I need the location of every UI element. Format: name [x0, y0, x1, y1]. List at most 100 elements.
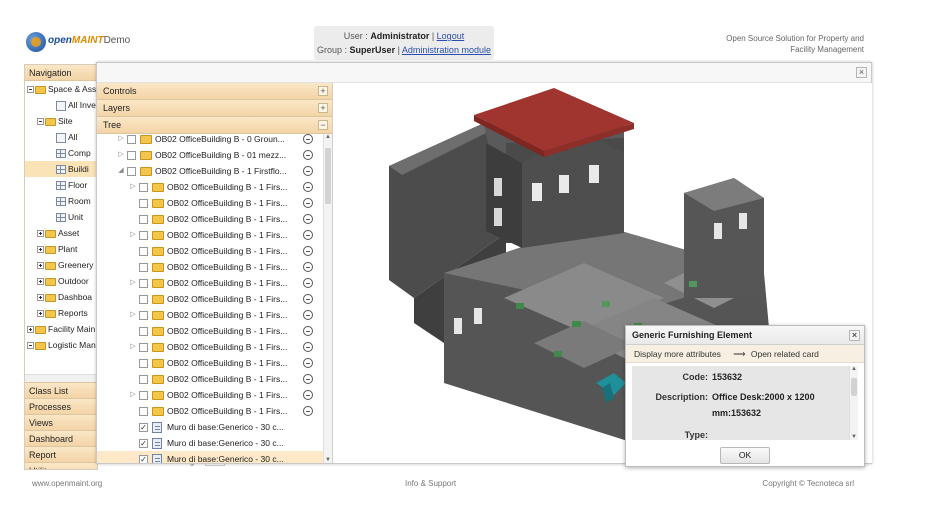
logout-link[interactable]: Logout: [437, 31, 465, 41]
tree-scrollbar-thumb[interactable]: [325, 148, 331, 204]
tree-node[interactable]: ▷ OB02 OfficeBuilding B - 1 Firs...: [97, 275, 323, 291]
visibility-checkbox[interactable]: [139, 247, 148, 256]
visibility-checkbox[interactable]: [139, 295, 148, 304]
expand-icon[interactable]: [37, 246, 44, 254]
isolate-node-icon[interactable]: [303, 182, 313, 192]
visibility-checkbox[interactable]: ✓: [139, 439, 148, 448]
layers-panel-header[interactable]: Layers +: [97, 100, 332, 117]
expand-icon[interactable]: [37, 230, 44, 238]
isolate-node-icon[interactable]: [303, 198, 313, 208]
scroll-down-icon[interactable]: ▼: [324, 457, 332, 463]
expand-node-icon[interactable]: ▷: [129, 227, 137, 243]
open-related-card-link[interactable]: Open related card: [751, 349, 819, 359]
nav-item[interactable]: Floor: [25, 177, 97, 193]
navigation-header[interactable]: Navigation: [25, 65, 97, 81]
tree-node[interactable]: ✓ Muro di base:Generico - 30 c...: [97, 435, 323, 451]
nav-item[interactable]: Asset: [25, 225, 97, 241]
isolate-node-icon[interactable]: [303, 150, 313, 160]
collapse-tree-button[interactable]: −: [318, 120, 328, 130]
tree-node[interactable]: OB02 OfficeBuilding B - 1 Firs...: [97, 323, 323, 339]
tree-node[interactable]: ▷ OB02 OfficeBuilding B - 0 Groun...: [97, 134, 323, 147]
ok-button[interactable]: OK: [720, 447, 770, 464]
tree-node[interactable]: ▷ OB02 OfficeBuilding B - 1 Firs...: [97, 179, 323, 195]
visibility-checkbox[interactable]: [139, 263, 148, 272]
nav-item[interactable]: Dashboa: [25, 289, 97, 305]
collapse-node-icon[interactable]: ◢: [117, 163, 125, 179]
tree-node[interactable]: ▷ OB02 OfficeBuilding B - 1 Firs...: [97, 339, 323, 355]
visibility-checkbox[interactable]: [127, 151, 136, 160]
tree-scrollbar[interactable]: ▲ ▼: [323, 134, 332, 463]
visibility-checkbox[interactable]: [139, 311, 148, 320]
tree-node[interactable]: ◢ OB02 OfficeBuilding B - 1 Firstflo...: [97, 163, 323, 179]
nav-section-dashboard[interactable]: Dashboard: [25, 430, 97, 446]
collapse-icon[interactable]: [27, 342, 34, 350]
tree-panel-header[interactable]: Tree −: [97, 117, 332, 134]
tree-node[interactable]: OB02 OfficeBuilding B - 1 Firs...: [97, 243, 323, 259]
nav-item[interactable]: Plant: [25, 241, 97, 257]
isolate-node-icon[interactable]: [303, 294, 313, 304]
visibility-checkbox[interactable]: [139, 199, 148, 208]
tree-node[interactable]: ▷ OB02 OfficeBuilding B - 1 Firs...: [97, 387, 323, 403]
nav-item[interactable]: Space & Ass: [25, 81, 97, 97]
tree-node[interactable]: OB02 OfficeBuilding B - 1 Firs...: [97, 259, 323, 275]
isolate-node-icon[interactable]: [303, 262, 313, 272]
nav-item[interactable]: Room: [25, 193, 97, 209]
navigation-horizontal-scrollbar[interactable]: [25, 374, 97, 382]
website-link[interactable]: www.openmaint.org: [32, 476, 102, 492]
nav-item[interactable]: Reports: [25, 305, 97, 321]
isolate-node-icon[interactable]: [303, 214, 313, 224]
expand-icon[interactable]: [37, 278, 44, 286]
expand-node-icon[interactable]: ▷: [129, 307, 137, 323]
tree-node[interactable]: OB02 OfficeBuilding B - 1 Firs...: [97, 211, 323, 227]
nav-item[interactable]: All Inven: [25, 97, 97, 113]
tree-node[interactable]: OB02 OfficeBuilding B - 1 Firs...: [97, 291, 323, 307]
isolate-node-icon[interactable]: [303, 406, 313, 416]
popup-scrollbar[interactable]: ▲ ▼: [849, 366, 858, 440]
expand-node-icon[interactable]: ▷: [129, 275, 137, 291]
nav-item[interactable]: Site: [25, 113, 97, 129]
nav-item[interactable]: Outdoor: [25, 273, 97, 289]
scroll-up-icon[interactable]: ▲: [324, 134, 332, 140]
expand-icon[interactable]: [37, 310, 44, 318]
visibility-checkbox[interactable]: ✓: [139, 455, 148, 463]
expand-icon[interactable]: [37, 262, 44, 270]
nav-section-report[interactable]: Report: [25, 446, 97, 462]
nav-item[interactable]: Greenery: [25, 257, 97, 273]
visibility-checkbox[interactable]: [139, 343, 148, 352]
expand-node-icon[interactable]: ▷: [117, 134, 125, 147]
visibility-checkbox[interactable]: [139, 407, 148, 416]
tree-node[interactable]: ▷ OB02 OfficeBuilding B - 1 Firs...: [97, 307, 323, 323]
display-more-attributes-link[interactable]: Display more attributes: [634, 349, 721, 359]
popup-scroll-up-icon[interactable]: ▲: [850, 366, 858, 372]
nav-section-views[interactable]: Views: [25, 414, 97, 430]
isolate-node-icon[interactable]: [303, 134, 313, 144]
nav-item[interactable]: Buildi: [25, 161, 97, 177]
visibility-checkbox[interactable]: [139, 375, 148, 384]
visibility-checkbox[interactable]: [139, 279, 148, 288]
expand-icon[interactable]: [37, 294, 44, 302]
nav-item[interactable]: Facility Main: [25, 321, 97, 337]
expand-node-icon[interactable]: ▷: [129, 179, 137, 195]
tree-node[interactable]: OB02 OfficeBuilding B - 1 Firs...: [97, 371, 323, 387]
tree-node[interactable]: OB02 OfficeBuilding B - 1 Firs...: [97, 195, 323, 211]
visibility-checkbox[interactable]: [139, 359, 148, 368]
openmaint-logo[interactable]: openMAINTDemo: [26, 30, 130, 54]
collapse-icon[interactable]: [37, 118, 44, 126]
nav-item[interactable]: Unit: [25, 209, 97, 225]
expand-node-icon[interactable]: ▷: [117, 147, 125, 163]
visibility-checkbox[interactable]: [139, 215, 148, 224]
administration-module-link[interactable]: Administration module: [402, 45, 491, 55]
isolate-node-icon[interactable]: [303, 246, 313, 256]
tree-node[interactable]: ▷ OB02 OfficeBuilding B - 01 mezz...: [97, 147, 323, 163]
nav-item[interactable]: All: [25, 129, 97, 145]
controls-panel-header[interactable]: Controls +: [97, 83, 332, 100]
isolate-node-icon[interactable]: [303, 342, 313, 352]
popup-scrollbar-thumb[interactable]: [851, 378, 857, 396]
nav-item[interactable]: Logistic Man: [25, 337, 97, 353]
isolate-node-icon[interactable]: [303, 230, 313, 240]
visibility-checkbox[interactable]: ✓: [139, 423, 148, 432]
nav-section-class-list[interactable]: Class List: [25, 382, 97, 398]
visibility-checkbox[interactable]: [139, 183, 148, 192]
tree-node[interactable]: ✓ Muro di base:Generico - 30 c...: [97, 419, 323, 435]
isolate-node-icon[interactable]: [303, 374, 313, 384]
